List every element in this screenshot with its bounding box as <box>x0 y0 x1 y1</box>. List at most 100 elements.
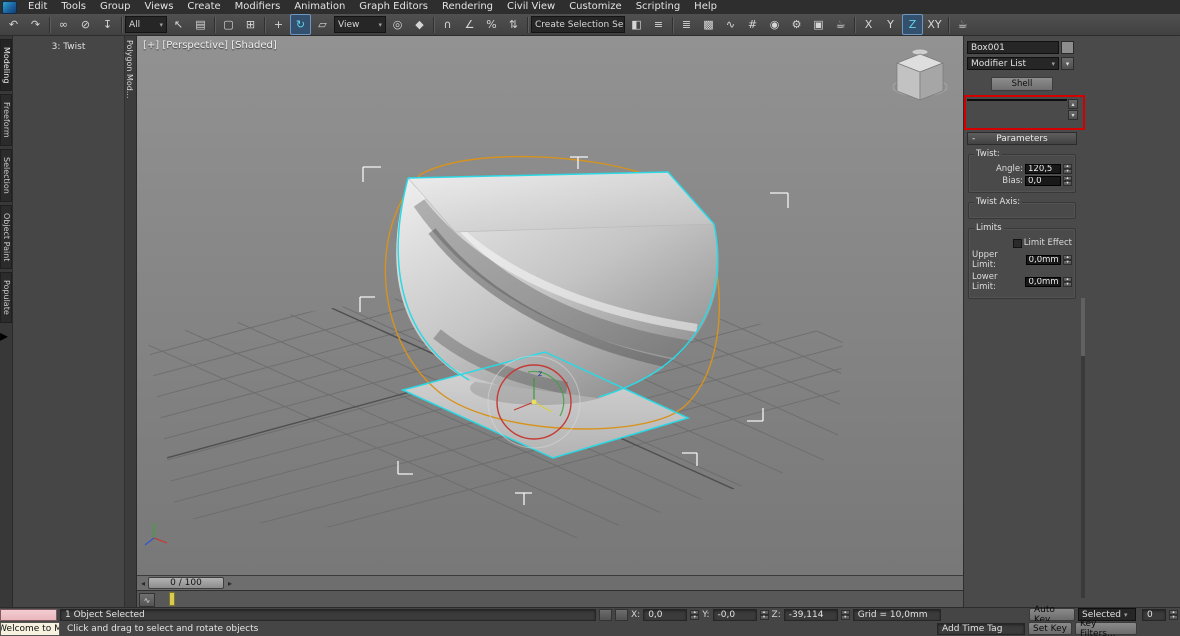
layer-manager-button[interactable]: ≣ <box>676 14 697 35</box>
spinner-down-icon[interactable]: ▾ <box>690 615 699 620</box>
viewcube[interactable] <box>885 46 955 108</box>
track-bar[interactable]: ∿ <box>137 590 963 607</box>
side-tabs-expander-icon[interactable]: ▸ <box>0 326 12 345</box>
select-and-move-button[interactable]: + <box>268 14 289 35</box>
sidebar-tab-modeling[interactable]: Modeling <box>0 39 12 91</box>
graphite-ribbon-toggle-button[interactable]: ▩ <box>698 14 719 35</box>
spinner-down-icon[interactable]: ▾ <box>1063 282 1072 287</box>
spinner-down-icon[interactable]: ▾ <box>1169 615 1178 620</box>
y-coord-field[interactable]: -0,0 <box>713 609 757 621</box>
polygon-modeling-strip[interactable]: Polygon Mod... <box>125 36 137 607</box>
stack-scroll-down-icon[interactable]: ▾ <box>1068 110 1078 120</box>
parameters-rollout-header[interactable]: - Parameters <box>967 132 1077 145</box>
spinner-down-icon[interactable]: ▾ <box>1063 181 1072 186</box>
menu-item-help[interactable]: Help <box>687 0 724 14</box>
rendered-frame-window-button[interactable]: ▣ <box>808 14 829 35</box>
bind-to-space-warp-button[interactable]: ↧ <box>97 14 118 35</box>
menu-item-edit[interactable]: Edit <box>21 0 54 14</box>
object-color-swatch[interactable] <box>1061 41 1074 54</box>
lower-limit-spinner[interactable]: ▴ ▾ <box>1063 277 1072 287</box>
angle-spinner[interactable]: ▴ ▾ <box>1063 164 1072 174</box>
isolate-selection-toggle[interactable] <box>599 609 612 621</box>
x-coord-spinner[interactable]: ▴ ▾ <box>690 610 699 620</box>
angle-snap-toggle-button[interactable]: ∠ <box>459 14 480 35</box>
object-name-combo[interactable]: Box001 <box>967 41 1059 54</box>
application-logo-icon[interactable] <box>2 1 17 14</box>
modifier-button-shell[interactable]: Shell <box>991 77 1053 91</box>
sidebar-tab-object-paint[interactable]: Object Paint <box>0 205 12 269</box>
bias-spinner[interactable]: ▴ ▾ <box>1063 176 1072 186</box>
redo-button[interactable]: ↷ <box>25 14 46 35</box>
unlink-selection-button[interactable]: ⊘ <box>75 14 96 35</box>
named-selection-sets-combo[interactable]: Create Selection Se▾ <box>531 16 625 33</box>
select-and-manipulate-button[interactable]: ◆ <box>409 14 430 35</box>
selection-filter-combo[interactable]: All▾ <box>125 16 167 33</box>
menu-item-animation[interactable]: Animation <box>287 0 352 14</box>
spinner-down-icon[interactable]: ▾ <box>841 615 850 620</box>
welcome-screen-button[interactable]: Welcome to M <box>0 622 60 636</box>
selection-lock-toggle[interactable] <box>615 609 628 621</box>
maxscript-mini-listener[interactable] <box>0 609 57 621</box>
select-by-name-button[interactable]: ▤ <box>190 14 211 35</box>
modifier-stack[interactable] <box>967 99 1067 101</box>
sidebar-tab-selection[interactable]: Selection <box>0 149 12 202</box>
render-iterative-button[interactable]: ☕ <box>952 14 973 35</box>
menu-item-tools[interactable]: Tools <box>54 0 93 14</box>
menu-item-views[interactable]: Views <box>137 0 180 14</box>
select-and-link-button[interactable]: ∞ <box>53 14 74 35</box>
menu-item-modifiers[interactable]: Modifiers <box>228 0 288 14</box>
window-crossing-toggle-button[interactable]: ⊞ <box>240 14 261 35</box>
time-slider-right-arrow[interactable]: ▸ <box>225 577 235 589</box>
spinner-down-icon[interactable]: ▾ <box>1063 169 1072 174</box>
y-coord-spinner[interactable]: ▴ ▾ <box>760 610 769 620</box>
spinner-down-icon[interactable]: ▾ <box>760 615 769 620</box>
menu-item-customize[interactable]: Customize <box>562 0 629 14</box>
axis-constraint-z-button[interactable]: Z <box>902 14 923 35</box>
panel-scrollbar[interactable] <box>1081 298 1085 598</box>
angle-field[interactable]: 120,5 <box>1025 164 1061 174</box>
axis-constraint-xy-button[interactable]: XY <box>924 14 945 35</box>
axis-constraint-y-button[interactable]: Y <box>880 14 901 35</box>
axis-constraint-x-button[interactable]: X <box>858 14 879 35</box>
reference-coordinate-combo[interactable]: View▾ <box>334 16 386 33</box>
sidebar-tab-freeform[interactable]: Freeform <box>0 94 12 146</box>
set-key-button[interactable]: Set Key <box>1028 622 1072 635</box>
spinner-down-icon[interactable]: ▾ <box>1063 260 1072 265</box>
material-editor-button[interactable]: ◉ <box>764 14 785 35</box>
auto-key-button[interactable]: Auto Key <box>1029 608 1075 621</box>
render-setup-button[interactable]: ⚙ <box>786 14 807 35</box>
modifier-list-dropdown-button[interactable]: ▾ <box>1061 57 1074 70</box>
viewport-canvas[interactable]: z <box>137 36 963 575</box>
menu-item-rendering[interactable]: Rendering <box>435 0 500 14</box>
menu-item-group[interactable]: Group <box>93 0 137 14</box>
subobject-level-label[interactable]: 3: Twist <box>13 39 124 53</box>
upper-limit-field[interactable]: 0,0mm <box>1026 255 1062 265</box>
z-coord-field[interactable]: -39,114 <box>784 609 838 621</box>
lower-limit-field[interactable]: 0,0mm <box>1025 277 1061 287</box>
menu-item-scripting[interactable]: Scripting <box>629 0 687 14</box>
mirror-button[interactable]: ◧ <box>626 14 647 35</box>
snap-toggle-button[interactable]: ∩ <box>437 14 458 35</box>
curve-editor-button[interactable]: ∿ <box>720 14 741 35</box>
stack-scroll-up-icon[interactable]: ▴ <box>1068 99 1078 109</box>
x-coord-field[interactable]: 0,0 <box>643 609 687 621</box>
rectangular-selection-region-button[interactable]: ▢ <box>218 14 239 35</box>
add-time-tag-field[interactable]: Add Time Tag <box>937 623 1025 635</box>
viewport-label[interactable]: [+] [Perspective] [Shaded] <box>143 40 277 51</box>
menu-item-graph-editors[interactable]: Graph Editors <box>352 0 435 14</box>
time-slider-handle[interactable]: 0 / 100 <box>148 577 224 589</box>
key-filters-button[interactable]: Key Filters... <box>1075 622 1137 635</box>
limit-effect-checkbox[interactable] <box>1013 239 1022 248</box>
render-production-button[interactable]: ☕ <box>830 14 851 35</box>
perspective-viewport[interactable]: z [+] [Perspective] [Shaded] <box>137 36 963 575</box>
z-coord-spinner[interactable]: ▴ ▾ <box>841 610 850 620</box>
use-center-flyout-button[interactable]: ◎ <box>387 14 408 35</box>
schematic-view-button[interactable]: # <box>742 14 763 35</box>
menu-item-create[interactable]: Create <box>180 0 227 14</box>
select-and-scale-button[interactable]: ▱ <box>312 14 333 35</box>
select-object-button[interactable]: ↖ <box>168 14 189 35</box>
bias-field[interactable]: 0,0 <box>1025 176 1061 186</box>
upper-limit-spinner[interactable]: ▴ ▾ <box>1063 255 1072 265</box>
select-and-rotate-button[interactable]: ↻ <box>290 14 311 35</box>
sidebar-tab-populate[interactable]: Populate <box>0 272 12 323</box>
